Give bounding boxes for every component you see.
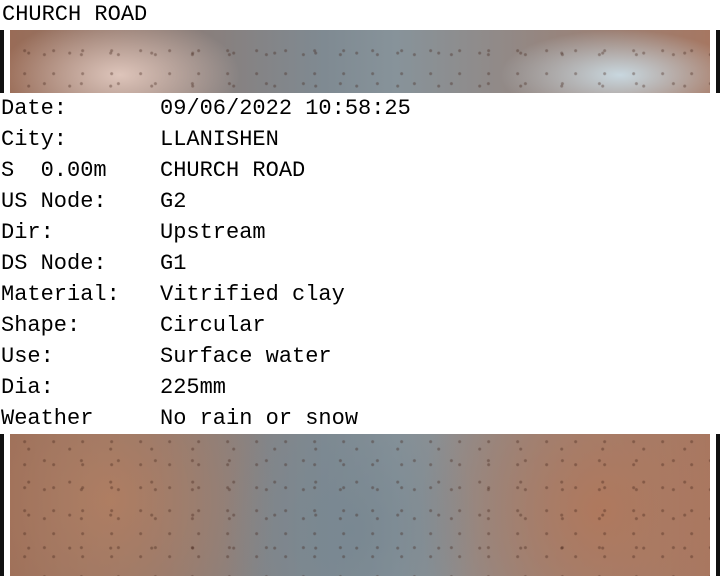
survey-info-panel: Date: 09/06/2022 10:58:25 City: LLANISHE… [0, 93, 720, 434]
shape-label: Shape: [1, 313, 81, 338]
material-value: Vitrified clay [160, 282, 345, 307]
street-caption: CHURCH ROAD [0, 0, 720, 30]
street-value: CHURCH ROAD [160, 158, 306, 183]
diameter-value: 225mm [160, 375, 227, 400]
info-row-ds-node: DS Node: G1 [0, 248, 720, 279]
shape-value: Circular [160, 313, 266, 338]
ds-node-label: DS Node: [1, 251, 107, 276]
info-row-material: Material: Vitrified clay [0, 279, 720, 310]
inspection-screen: CHURCH ROAD Date: 09/06/2022 10:58:25 Ci… [0, 0, 720, 576]
weather-label: Weather [1, 406, 94, 431]
ds-node-value: G1 [160, 251, 187, 276]
material-label: Material: [1, 282, 120, 307]
info-row-us-node: US Node: G2 [0, 186, 720, 217]
info-row-shape: Shape: Circular [0, 310, 720, 341]
use-label: Use: [1, 344, 54, 369]
direction-value: Upstream [160, 220, 266, 245]
diameter-label: Dia: [1, 375, 54, 400]
date-value: 09/06/2022 10:58:25 [160, 96, 411, 121]
info-row-diameter: Dia: 225mm [0, 372, 720, 403]
info-row-use: Use: Surface water [0, 341, 720, 372]
city-label: City: [1, 127, 68, 152]
direction-label: Dir: [1, 220, 54, 245]
info-row-weather: Weather No rain or snow [0, 403, 720, 434]
weather-value: No rain or snow [160, 406, 359, 431]
info-row-city: City: LLANISHEN [0, 124, 720, 155]
info-row-direction: Dir: Upstream [0, 217, 720, 248]
use-value: Surface water [160, 344, 332, 369]
start-distance-label: S 0.00m [1, 158, 107, 183]
us-node-value: G2 [160, 189, 187, 214]
info-row-start-distance: S 0.00m CHURCH ROAD [0, 155, 720, 186]
date-label: Date: [1, 96, 68, 121]
info-row-date: Date: 09/06/2022 10:58:25 [0, 93, 720, 124]
city-value: LLANISHEN [160, 127, 279, 152]
us-node-label: US Node: [1, 189, 107, 214]
